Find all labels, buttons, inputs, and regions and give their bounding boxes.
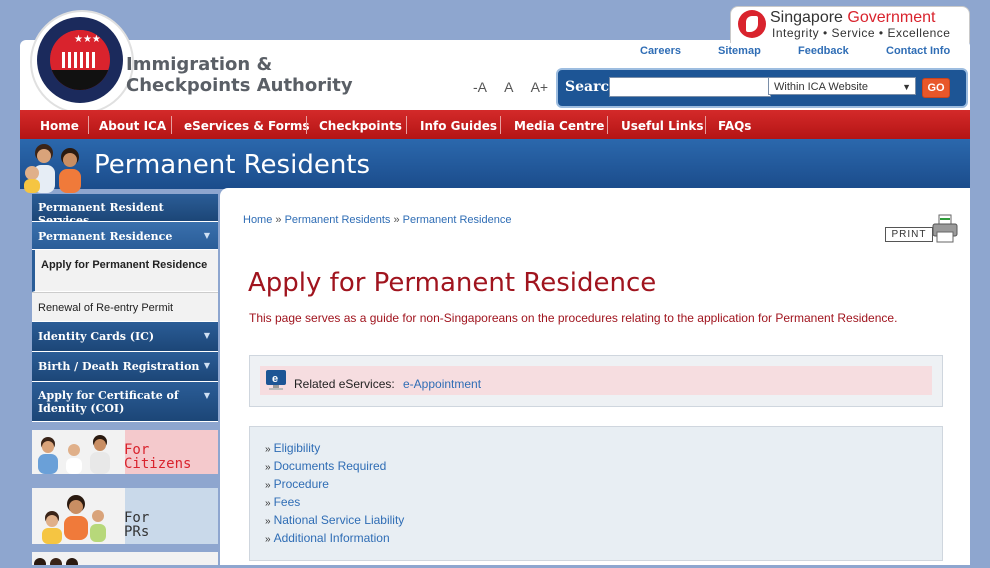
link-national-service-liability[interactable]: » National Service Liability bbox=[265, 513, 404, 527]
nav-media-centre[interactable]: Media Centre bbox=[514, 110, 604, 139]
print-button[interactable]: PRINT bbox=[885, 227, 933, 242]
for-citizens-line2: Citizens bbox=[124, 456, 192, 472]
nav-divider bbox=[171, 116, 172, 134]
nav-divider bbox=[88, 116, 89, 134]
page-intro: This page serves as a guide for non-Sing… bbox=[249, 311, 898, 325]
search-go-button[interactable]: GO bbox=[922, 78, 950, 98]
nav-eservices-forms[interactable]: eServices & Forms bbox=[184, 110, 310, 139]
nav-useful-links[interactable]: Useful Links bbox=[621, 110, 704, 139]
sidebar-card-partial bbox=[32, 552, 218, 568]
nav-divider bbox=[306, 116, 307, 134]
sidebar-item-label: Birth / Death Registration bbox=[38, 360, 200, 373]
nav-faqs[interactable]: FAQs bbox=[718, 110, 751, 139]
font-increase-button[interactable]: A+ bbox=[531, 79, 549, 95]
ica-logo-emblem-icon: ★★★ bbox=[50, 30, 110, 90]
bullet-icon: » bbox=[265, 462, 271, 473]
sitemap-link[interactable]: Sitemap bbox=[718, 45, 761, 57]
org-name-line2: Checkpoints Authority bbox=[126, 75, 353, 96]
bullet-icon: » bbox=[265, 534, 271, 545]
for-citizens-line1: For bbox=[124, 442, 150, 458]
sg-gov-title-part1: Singapore bbox=[770, 9, 848, 26]
sg-gov-motto: Integrity • Service • Excellence bbox=[772, 26, 951, 40]
breadcrumb: Home » Permanent Residents » Permanent R… bbox=[243, 214, 511, 226]
family-photo-icon bbox=[24, 144, 81, 193]
sg-gov-title: Singapore Government bbox=[770, 9, 935, 27]
printer-icon[interactable] bbox=[932, 214, 958, 244]
link-label: National Service Liability bbox=[273, 513, 405, 527]
org-name: Immigration & Checkpoints Authority bbox=[126, 54, 356, 96]
sidebar-item-renewal-reentry[interactable]: Renewal of Re-entry Permit bbox=[32, 292, 218, 322]
font-reset-button[interactable]: A bbox=[504, 79, 513, 95]
nav-divider bbox=[406, 116, 407, 134]
feedback-link[interactable]: Feedback bbox=[798, 45, 849, 57]
eservice-monitor-icon: e bbox=[266, 370, 286, 390]
for-prs-card[interactable]: For PRs bbox=[32, 488, 218, 544]
sidebar-item-birth-death[interactable]: Birth / Death Registration ▼ bbox=[32, 352, 218, 382]
lion-head-icon bbox=[738, 10, 766, 38]
for-citizens-card[interactable]: For Citizens bbox=[32, 430, 218, 474]
sidebar-item-label: Permanent Residence bbox=[38, 230, 173, 243]
link-label: Eligibility bbox=[273, 441, 321, 455]
sidebar-item-coi[interactable]: Apply for Certificate of Identity (COI) … bbox=[32, 382, 218, 422]
chevron-down-icon: ▼ bbox=[203, 390, 210, 400]
font-decrease-button[interactable]: -A bbox=[473, 79, 487, 95]
svg-text:e: e bbox=[272, 373, 278, 385]
sidebar-item-label: Apply for Permanent Residence bbox=[41, 259, 208, 271]
sidebar-item-apply-pr[interactable]: Apply for Permanent Residence bbox=[32, 250, 218, 292]
chevron-down-icon: ▼ bbox=[203, 360, 210, 370]
link-procedure[interactable]: » Procedure bbox=[265, 477, 329, 491]
breadcrumb-separator: » bbox=[275, 214, 282, 226]
nav-home[interactable]: Home bbox=[40, 110, 79, 139]
nav-about-ica[interactable]: About ICA bbox=[99, 110, 166, 139]
sidebar-item-pr-services[interactable]: Permanent Resident Services bbox=[32, 194, 218, 227]
sidebar-item-label: Apply for Certificate of Identity (COI) bbox=[38, 389, 179, 415]
org-name-line1: Immigration & bbox=[126, 54, 273, 75]
link-additional-information[interactable]: » Additional Information bbox=[265, 531, 390, 545]
nav-divider bbox=[500, 116, 501, 134]
sidebar-item-identity-cards[interactable]: Identity Cards (IC) ▼ bbox=[32, 322, 218, 352]
nav-divider bbox=[705, 116, 706, 134]
breadcrumb-permanent-residents[interactable]: Permanent Residents bbox=[285, 214, 391, 226]
related-eservices-label: Related eServices: bbox=[294, 377, 395, 391]
nav-checkpoints[interactable]: Checkpoints bbox=[319, 110, 402, 139]
chevron-down-icon: ▼ bbox=[203, 230, 210, 240]
sg-gov-title-part2: Government bbox=[847, 9, 936, 26]
banner-title: Permanent Residents bbox=[94, 150, 371, 180]
page-title: Apply for Permanent Residence bbox=[248, 268, 657, 298]
prs-photo-icon bbox=[42, 495, 106, 544]
for-prs-line1: For bbox=[124, 510, 150, 526]
citizens-photo-icon bbox=[38, 435, 110, 474]
for-prs-line2: PRs bbox=[124, 524, 150, 540]
link-label: Procedure bbox=[273, 477, 329, 491]
font-size-controls: -A A A+ bbox=[473, 79, 562, 95]
search-input[interactable] bbox=[609, 77, 771, 97]
breadcrumb-permanent-residence[interactable]: Permanent Residence bbox=[403, 214, 512, 226]
sidebar-item-label: Renewal of Re-entry Permit bbox=[38, 302, 174, 314]
nav-divider bbox=[607, 116, 608, 134]
link-label: Documents Required bbox=[273, 459, 387, 473]
bullet-icon: » bbox=[265, 498, 271, 509]
bullet-icon: » bbox=[265, 516, 271, 527]
link-fees[interactable]: » Fees bbox=[265, 495, 300, 509]
contact-info-link[interactable]: Contact Info bbox=[886, 45, 950, 57]
link-documents-required[interactable]: » Documents Required bbox=[265, 459, 386, 473]
link-eligibility[interactable]: » Eligibility bbox=[265, 441, 320, 455]
careers-link[interactable]: Careers bbox=[640, 45, 681, 57]
e-appointment-link[interactable]: e-Appointment bbox=[403, 377, 481, 391]
breadcrumb-separator: » bbox=[393, 214, 400, 226]
chevron-down-icon: ▼ bbox=[902, 82, 911, 92]
bullet-icon: » bbox=[265, 480, 271, 491]
link-label: Additional Information bbox=[273, 531, 390, 545]
nav-info-guides[interactable]: Info Guides bbox=[420, 110, 497, 139]
sidebar-item-pr-residence[interactable]: Permanent Residence ▼ bbox=[32, 222, 218, 250]
chevron-down-icon: ▼ bbox=[203, 330, 210, 340]
breadcrumb-home[interactable]: Home bbox=[243, 214, 272, 226]
link-label: Fees bbox=[273, 495, 301, 509]
sidebar-item-label: Identity Cards (IC) bbox=[38, 330, 155, 343]
bullet-icon: » bbox=[265, 444, 271, 455]
search-scope-value: Within ICA Website bbox=[774, 81, 868, 93]
search-scope-select[interactable]: Within ICA Website ▼ bbox=[768, 77, 916, 95]
photo-icon bbox=[34, 558, 78, 568]
